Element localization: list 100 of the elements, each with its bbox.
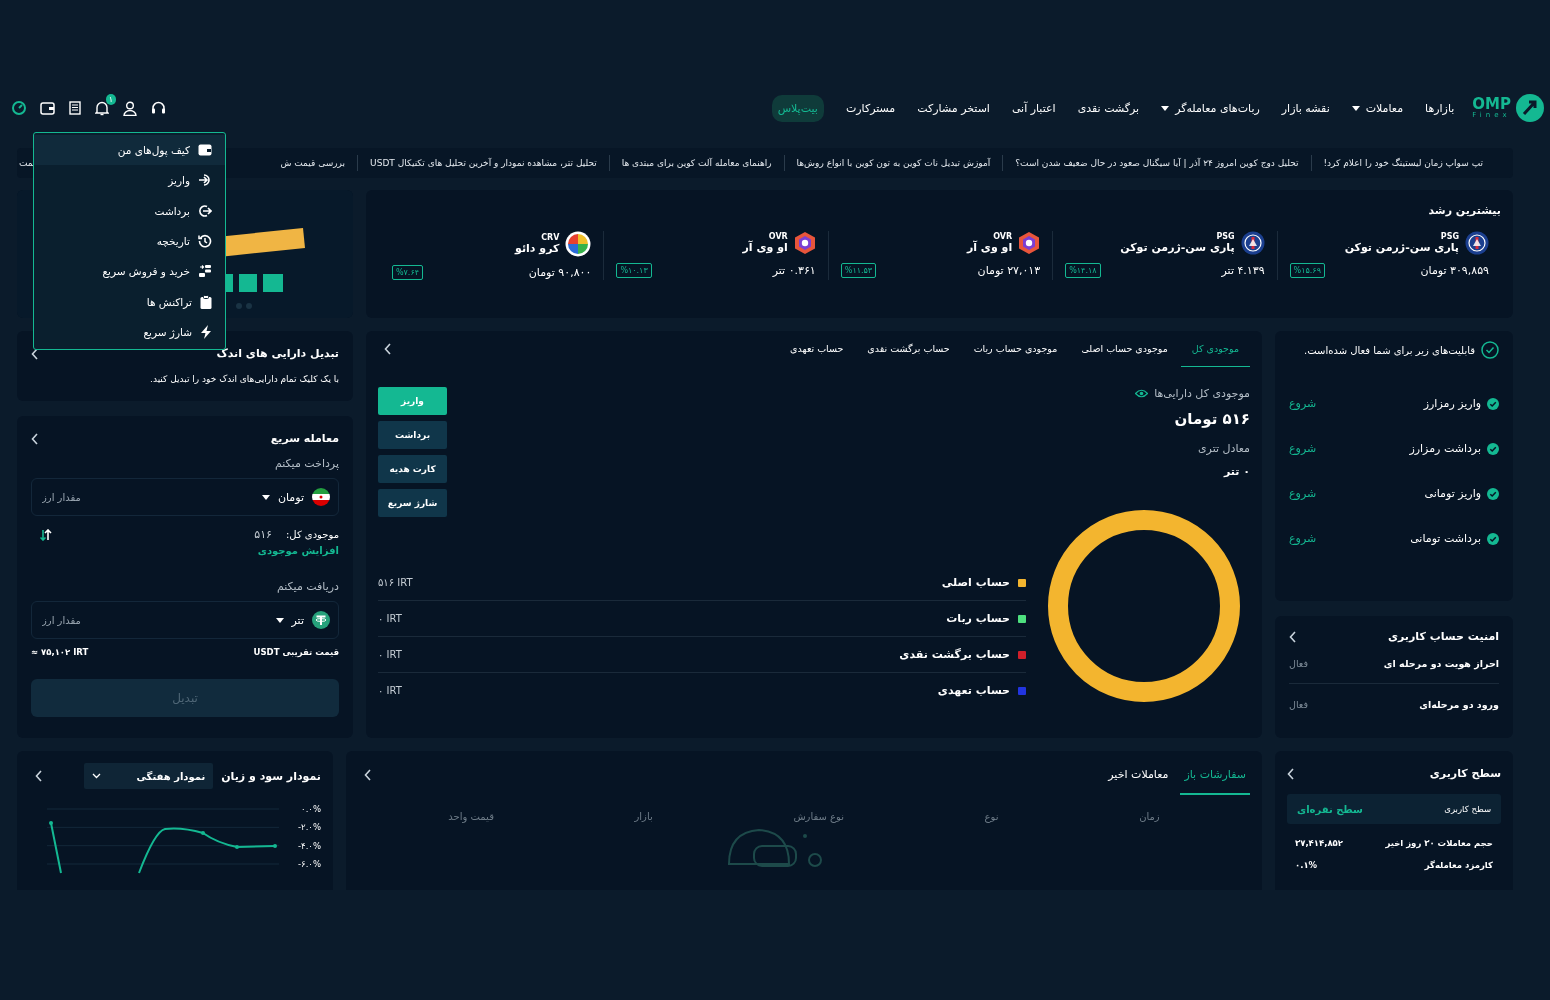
swap-icon[interactable] <box>39 528 53 541</box>
currency-selector[interactable]: تتر <box>275 611 330 629</box>
enter-icon <box>198 173 212 188</box>
news-link[interactable]: بررسی قیمت ش <box>280 158 346 168</box>
nav-link[interactable]: استخر مشارکت <box>917 101 990 115</box>
nav-link[interactable]: مسترکارت <box>845 101 896 115</box>
amount-field[interactable]: تتر مقدار ارز <box>31 601 339 639</box>
period-dropdown[interactable]: نمودار هفتگی <box>83 763 214 789</box>
check-icon <box>1487 487 1499 500</box>
start-link[interactable]: شروع <box>1289 397 1317 410</box>
notification-badge: ۱ <box>105 93 116 105</box>
caret-icon <box>275 617 284 623</box>
tier-label: سطح کاربری <box>1444 804 1491 814</box>
action-button[interactable]: شارژ سریع <box>378 489 447 517</box>
start-link[interactable]: شروع <box>1289 442 1317 455</box>
club-crest-icon <box>1240 231 1265 255</box>
rainbow-coin-icon <box>565 231 592 257</box>
menu-item[interactable]: برداشت <box>34 195 225 226</box>
coin-name: پاری سن-ژرمن توکن <box>1344 241 1459 254</box>
action-button[interactable]: کارت هدیه <box>378 455 447 483</box>
tab[interactable]: موجودی کل <box>1180 331 1250 367</box>
news-link[interactable]: تحلیل دوج کوین امروز ۲۴ آذر | آیا سیگنال صعود در حال ضعیف شدن است؟ <box>1015 158 1299 168</box>
nav-link[interactable]: بیت‌پلاس <box>771 94 824 122</box>
action-button[interactable]: برداشت <box>378 421 447 449</box>
account-name: حساب اصلی <box>941 576 1010 589</box>
chevron-icon[interactable] <box>31 432 39 445</box>
chevron-icon[interactable] <box>364 769 372 781</box>
start-link[interactable]: شروع <box>1289 532 1317 545</box>
news-link[interactable]: آموزش تبدیل نات کوین به تون کوین با انواع روش‌ها <box>796 158 991 168</box>
nav-link[interactable]: برگشت نقدی <box>1077 101 1140 115</box>
status-text: فعال <box>1289 698 1308 710</box>
check-icon <box>1487 442 1499 455</box>
chevron-icon[interactable] <box>1289 630 1297 643</box>
wallet-icon[interactable] <box>40 101 55 115</box>
card-description: با یک کلیک تمام دارایی‌های اندک خود را تبدیل کنید. <box>149 374 339 384</box>
account-amount: ۰ IRT <box>378 613 402 624</box>
caret-icon <box>1161 105 1170 111</box>
stat-label: حجم معاملات ۳۰ روز اخیر <box>1385 838 1493 848</box>
menu-item[interactable]: خرید و فروش سریع <box>34 256 225 287</box>
tab[interactable]: موجودی حساب اصلی <box>1070 331 1179 367</box>
account-amount: ۵۱۶ IRT <box>378 577 413 588</box>
nav-link[interactable]: ربات‌های معامله‌گر <box>1161 101 1260 115</box>
tab[interactable]: حساب تعهدی <box>779 331 855 367</box>
tab[interactable]: موجودی حساب ربات <box>962 331 1069 367</box>
tether-coin-icon <box>312 611 330 629</box>
feature-label: برداشت تومانی <box>1410 532 1481 545</box>
history-icon <box>198 234 212 248</box>
coin-symbol: CRV <box>540 233 560 242</box>
hexagon-icon <box>1018 231 1041 255</box>
tab[interactable]: معاملات اخیر <box>1104 755 1173 795</box>
headset-icon[interactable] <box>151 101 166 115</box>
coin-price: ۴.۱۳۹ تتر <box>1221 264 1265 277</box>
bell-icon[interactable] <box>95 100 109 116</box>
rate-label: قیمت تقریبی USDT <box>253 647 339 657</box>
start-link[interactable]: شروع <box>1289 487 1317 500</box>
security-label: ورود دو مرحله‌ای <box>1419 698 1499 710</box>
card-title: نمودار سود و زیان <box>221 769 321 783</box>
nav-link[interactable]: معاملات <box>1351 101 1404 115</box>
caret-icon <box>261 494 270 500</box>
card-title: قابلیت‌های زیر برای شما فعال شده‌است. <box>1304 344 1475 356</box>
card-title: معامله سریع <box>270 432 339 445</box>
stat-value: ۳۷,۴۱۴,۸۵۲ <box>1295 838 1343 848</box>
change-tag: %۱۱.۵۳ <box>840 263 877 278</box>
tab[interactable]: سفارشات باز <box>1180 755 1250 795</box>
eye-icon[interactable] <box>1135 389 1149 398</box>
status-text: فعال <box>1289 657 1308 669</box>
chevron-icon[interactable] <box>1287 767 1295 780</box>
coin-name: کرو دائو <box>515 242 560 255</box>
feature-label: واریز رمزارز <box>1423 397 1481 410</box>
news-link[interactable]: تحلیل تتر، مشاهده نمودار و آخرین تحلیل های تکنیکال USDT <box>370 158 597 168</box>
coin-symbol: PSG <box>1215 232 1235 241</box>
currency-selector[interactable]: تومان <box>261 488 330 506</box>
amount-field[interactable]: تومان مقدار ارز <box>31 478 339 516</box>
check-icon <box>1487 532 1499 545</box>
user-icon[interactable] <box>123 100 137 116</box>
tab[interactable]: حساب برگشت نقدی <box>856 331 961 367</box>
nav-link[interactable]: اعتبار آنی <box>1011 101 1056 115</box>
menu-item[interactable]: تراکنش ها <box>34 286 225 317</box>
card-title: بیشترین رشد <box>1427 204 1501 217</box>
menu-item[interactable]: واریز <box>34 165 225 196</box>
top-up-link[interactable]: افزایش موجودی <box>257 545 339 556</box>
menu-item[interactable]: تاریخچه <box>34 225 225 257</box>
news-link[interactable]: راهنمای معامله آلت کوین برای مبتدی ها <box>621 158 772 168</box>
column-header: بازار <box>634 811 653 822</box>
news-link[interactable]: تپ سواپ زمان لیستینگ خود را اعلام کرد! <box>1323 158 1483 168</box>
feature-label: واریز تومانی <box>1424 487 1481 500</box>
receipt-icon[interactable] <box>69 101 81 115</box>
account-amount: ۰ IRT <box>378 685 402 696</box>
total-balance: ۵۱۶ تومان <box>1174 410 1250 428</box>
logo-wordmark: OMP <box>1472 97 1511 112</box>
chevron-icon[interactable] <box>384 343 392 355</box>
coin-price: ۹۰,۸۰۰ تومان <box>528 266 592 279</box>
coin-price: ۲۷,۰۱۳ تومان <box>977 264 1041 277</box>
chevron-icon[interactable] <box>35 770 43 782</box>
gauge-icon[interactable] <box>12 101 26 115</box>
nav-link[interactable]: بازارها <box>1425 101 1455 115</box>
menu-item[interactable]: کیف پول‌های من <box>34 135 225 166</box>
nav-link[interactable]: نقشه بازار <box>1281 101 1330 115</box>
coins-icon <box>198 264 212 279</box>
security-label: احراز هویت دو مرحله ای <box>1383 657 1499 669</box>
